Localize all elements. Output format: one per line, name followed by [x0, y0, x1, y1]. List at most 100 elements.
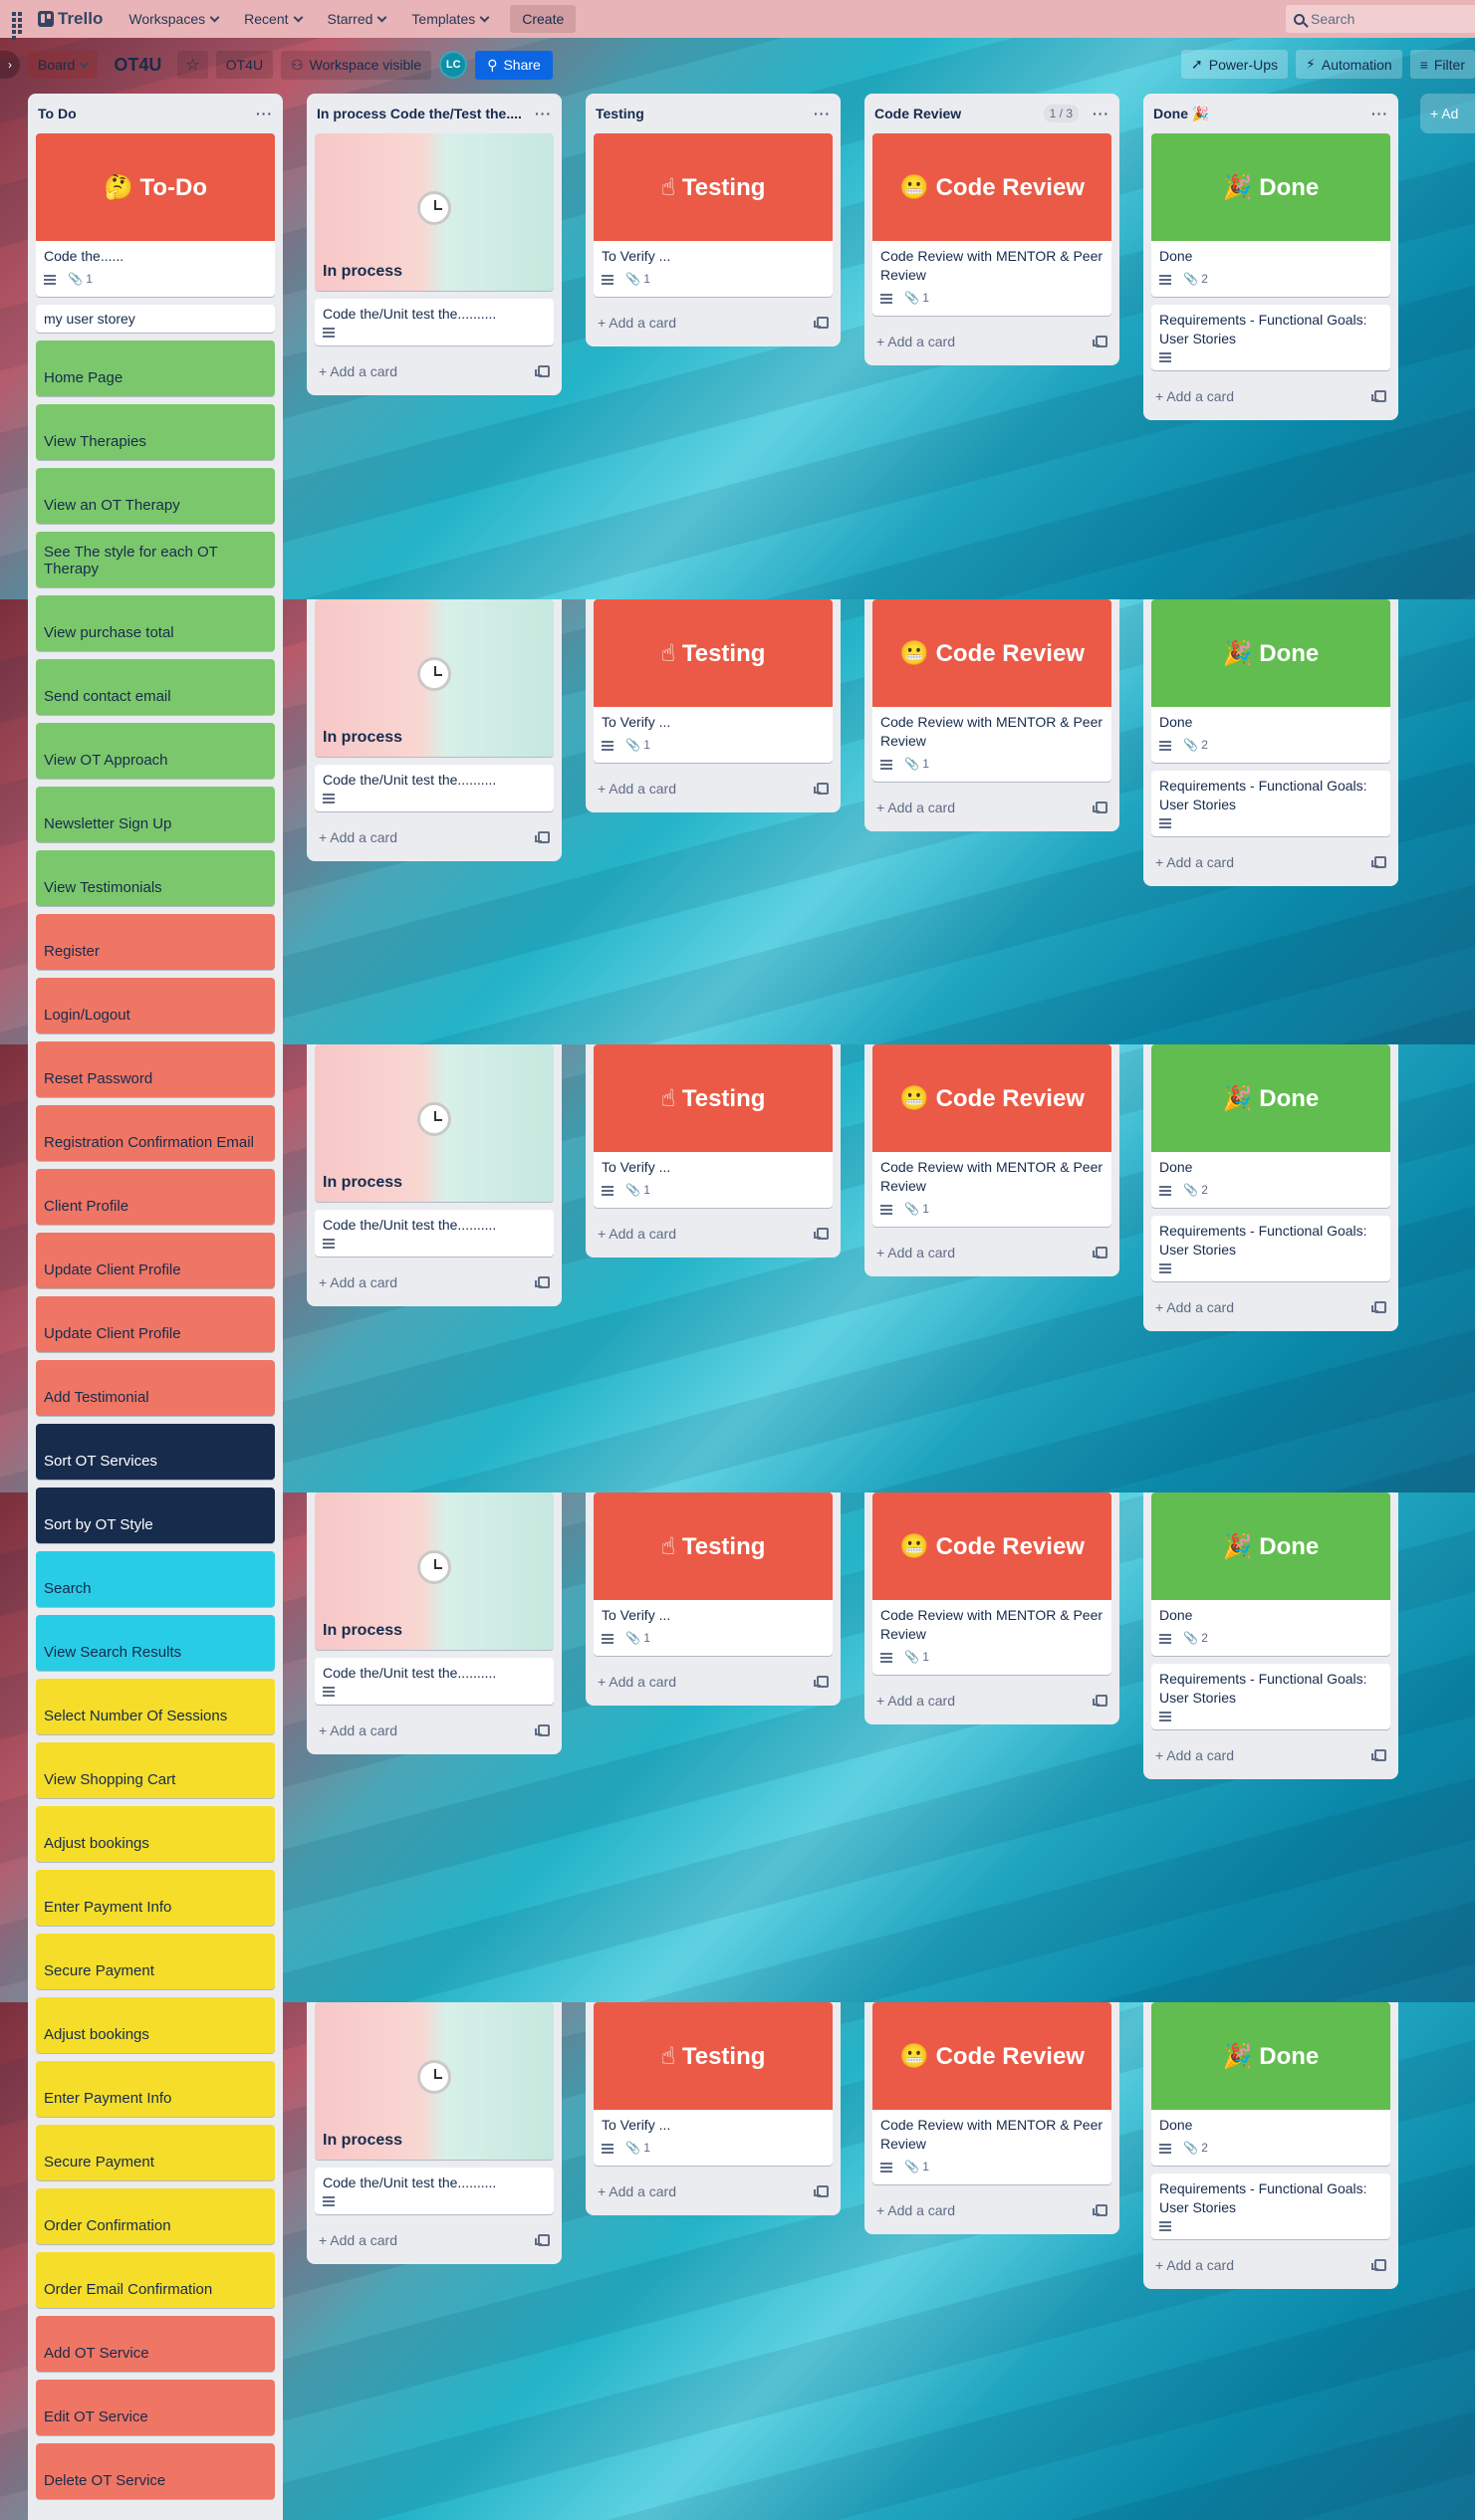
list-title[interactable]: Testing — [596, 106, 644, 121]
card-todo-item[interactable]: Register — [36, 914, 275, 970]
card-template-icon[interactable] — [814, 783, 829, 795]
card-todo-item[interactable]: View Search Results — [36, 1615, 275, 1671]
list-menu-icon[interactable]: ··· — [1093, 106, 1109, 121]
card-template-icon[interactable] — [1093, 1247, 1107, 1259]
card-user-story[interactable]: my user storey — [36, 305, 275, 333]
list-title[interactable]: Done 🎉 — [1153, 106, 1209, 122]
list-menu-icon[interactable]: ··· — [535, 106, 552, 121]
card-requirements[interactable]: Requirements - Functional Goals: User St… — [1151, 1216, 1390, 1281]
list-title[interactable]: To Do — [38, 106, 77, 121]
card-done[interactable]: 🎉 Done Done 📎 2 — [1151, 1492, 1390, 1656]
add-card-button[interactable]: + Add a card — [594, 1216, 833, 1252]
add-card-button[interactable]: + Add a card — [315, 353, 554, 389]
card-todo-item[interactable]: Enter Payment Info — [36, 1870, 275, 1926]
add-card-button[interactable]: + Add a card — [315, 1264, 554, 1300]
visibility-button[interactable]: ⚇ Workspace visible — [281, 50, 432, 80]
nav-recent[interactable]: Recent — [234, 5, 311, 33]
card-testing[interactable]: ☝ Testing To Verify ... 📎 1 — [594, 133, 833, 297]
add-card-button[interactable]: + Add a card — [872, 2192, 1111, 2228]
list-menu-icon[interactable]: ··· — [256, 106, 273, 121]
add-card-button[interactable]: + Add a card — [315, 819, 554, 855]
nav-workspaces[interactable]: Workspaces — [119, 5, 228, 33]
card-template-icon[interactable] — [1371, 390, 1386, 402]
card-in-process-cover[interactable]: In process — [315, 133, 554, 291]
card-code-unit-test[interactable]: Code the/Unit test the.......... — [315, 2168, 554, 2214]
card-template-icon[interactable] — [535, 1724, 550, 1736]
filter-button[interactable]: ≡ Filter — [1409, 50, 1475, 79]
card-todo-item[interactable]: Adjust bookings — [36, 1806, 275, 1862]
card-todo-item[interactable]: Sort OT Services — [36, 1424, 275, 1480]
card-template-icon[interactable] — [1371, 856, 1386, 868]
card-todo-item[interactable]: Enter Payment Info — [36, 2061, 275, 2117]
card-code-unit-test[interactable]: Code the/Unit test the.......... — [315, 299, 554, 345]
card-todo-item[interactable]: Adjust bookings — [36, 1997, 275, 2053]
card-done[interactable]: 🎉 Done Done 📎 2 — [1151, 1044, 1390, 1208]
card-todo-item[interactable]: View Therapies — [36, 404, 275, 460]
card-todo-item[interactable]: View purchase total — [36, 595, 275, 651]
card-todo-item[interactable]: Secure Payment — [36, 2125, 275, 2180]
card-todo-item[interactable]: Delete OT Service — [36, 2443, 275, 2499]
add-card-button[interactable]: + Add a card — [1151, 2247, 1390, 2283]
add-card-button[interactable]: + Add a card — [1151, 378, 1390, 414]
card-template-icon[interactable] — [535, 365, 550, 377]
card-template-icon[interactable] — [1093, 1695, 1107, 1707]
board-view-switcher[interactable]: Board — [28, 51, 99, 79]
card-todo-item[interactable]: See The style for each OT Therapy — [36, 532, 275, 587]
share-button[interactable]: ⚲ Share — [475, 50, 553, 80]
card-requirements[interactable]: Requirements - Functional Goals: User St… — [1151, 305, 1390, 370]
avatar[interactable]: LC — [439, 51, 468, 79]
card-todo-item[interactable]: View an OT Therapy — [36, 468, 275, 524]
automation-button[interactable]: ⚡ Automation — [1296, 50, 1402, 79]
card-todo-item[interactable]: Add Testimonial — [36, 1360, 275, 1416]
add-card-button[interactable]: + Add a card — [594, 2174, 833, 2209]
card-todo-item[interactable]: Secure Payment — [36, 1934, 275, 1989]
card-template-icon[interactable] — [1093, 2204, 1107, 2216]
create-button[interactable]: Create — [510, 5, 577, 33]
card-template-icon[interactable] — [1371, 1749, 1386, 1761]
add-card-button[interactable]: + Add a card — [594, 1664, 833, 1700]
add-card-button[interactable]: + Add a card — [872, 790, 1111, 825]
card-in-process-cover[interactable]: In process — [315, 1044, 554, 1202]
star-icon[interactable]: ☆ — [177, 51, 208, 79]
card-template-icon[interactable] — [814, 1676, 829, 1688]
add-card-button[interactable]: + Add a card — [872, 1683, 1111, 1718]
card-in-process-cover[interactable]: In process — [315, 1492, 554, 1650]
add-list-button[interactable]: + Ad — [1420, 94, 1475, 133]
card-code-review[interactable]: 😬 Code Review Code Review with MENTOR & P… — [872, 2002, 1111, 2184]
card-todo-item[interactable]: Edit OT Service — [36, 2380, 275, 2435]
board-title[interactable]: OT4U — [106, 55, 169, 76]
card-in-process-cover[interactable]: In process — [315, 2002, 554, 2160]
add-card-button[interactable]: + Add a card — [594, 771, 833, 806]
card-code-unit-test[interactable]: Code the/Unit test the.......... — [315, 1658, 554, 1705]
add-card-button[interactable]: + Add a card — [1151, 1289, 1390, 1325]
card-in-process-cover[interactable]: In process — [315, 599, 554, 757]
card-todo-item[interactable]: Home Page — [36, 341, 275, 396]
card-requirements[interactable]: Requirements - Functional Goals: User St… — [1151, 771, 1390, 836]
card-template-icon[interactable] — [535, 2234, 550, 2246]
card-todo-item[interactable]: Update Client Profile — [36, 1233, 275, 1288]
add-card-button[interactable]: + Add a card — [1151, 844, 1390, 880]
card-todo-item[interactable]: Registration Confirmation Email — [36, 1105, 275, 1161]
card-code-review[interactable]: 😬 Code Review Code Review with MENTOR & P… — [872, 133, 1111, 316]
card-todo-item[interactable]: Sort by OT Style — [36, 1488, 275, 1543]
list-menu-icon[interactable]: ··· — [1371, 106, 1388, 121]
card-todo-item[interactable]: Login/Logout — [36, 978, 275, 1033]
app-switcher-icon[interactable] — [8, 8, 30, 40]
add-card-button[interactable]: + Add a card — [1151, 1737, 1390, 1773]
card-todo-item[interactable]: Client Profile — [36, 1169, 275, 1225]
card-testing[interactable]: ☝ Testing To Verify ... 📎 1 — [594, 1044, 833, 1208]
card-code-review[interactable]: 😬 Code Review Code Review with MENTOR & P… — [872, 1044, 1111, 1227]
card-testing[interactable]: ☝ Testing To Verify ... 📎 1 — [594, 599, 833, 763]
list-title[interactable]: Code Review — [874, 106, 961, 121]
card-requirements[interactable]: Requirements - Functional Goals: User St… — [1151, 2174, 1390, 2239]
card-todo-item[interactable]: Search — [36, 1551, 275, 1607]
add-card-button[interactable]: + Add a card — [315, 1713, 554, 1748]
card-code-review[interactable]: 😬 Code Review Code Review with MENTOR & P… — [872, 599, 1111, 782]
card-template-icon[interactable] — [814, 2185, 829, 2197]
card-requirements[interactable]: Requirements - Functional Goals: User St… — [1151, 1664, 1390, 1729]
card-todo-item[interactable]: View Testimonials — [36, 850, 275, 906]
power-ups-button[interactable]: ➚ Power-Ups — [1181, 50, 1289, 79]
workspace-button[interactable]: OT4U — [215, 51, 274, 79]
add-card-button[interactable]: + Add a card — [872, 324, 1111, 359]
card-todo-cover[interactable]: 🤔 To-Do Code the...... 📎 1 — [36, 133, 275, 297]
